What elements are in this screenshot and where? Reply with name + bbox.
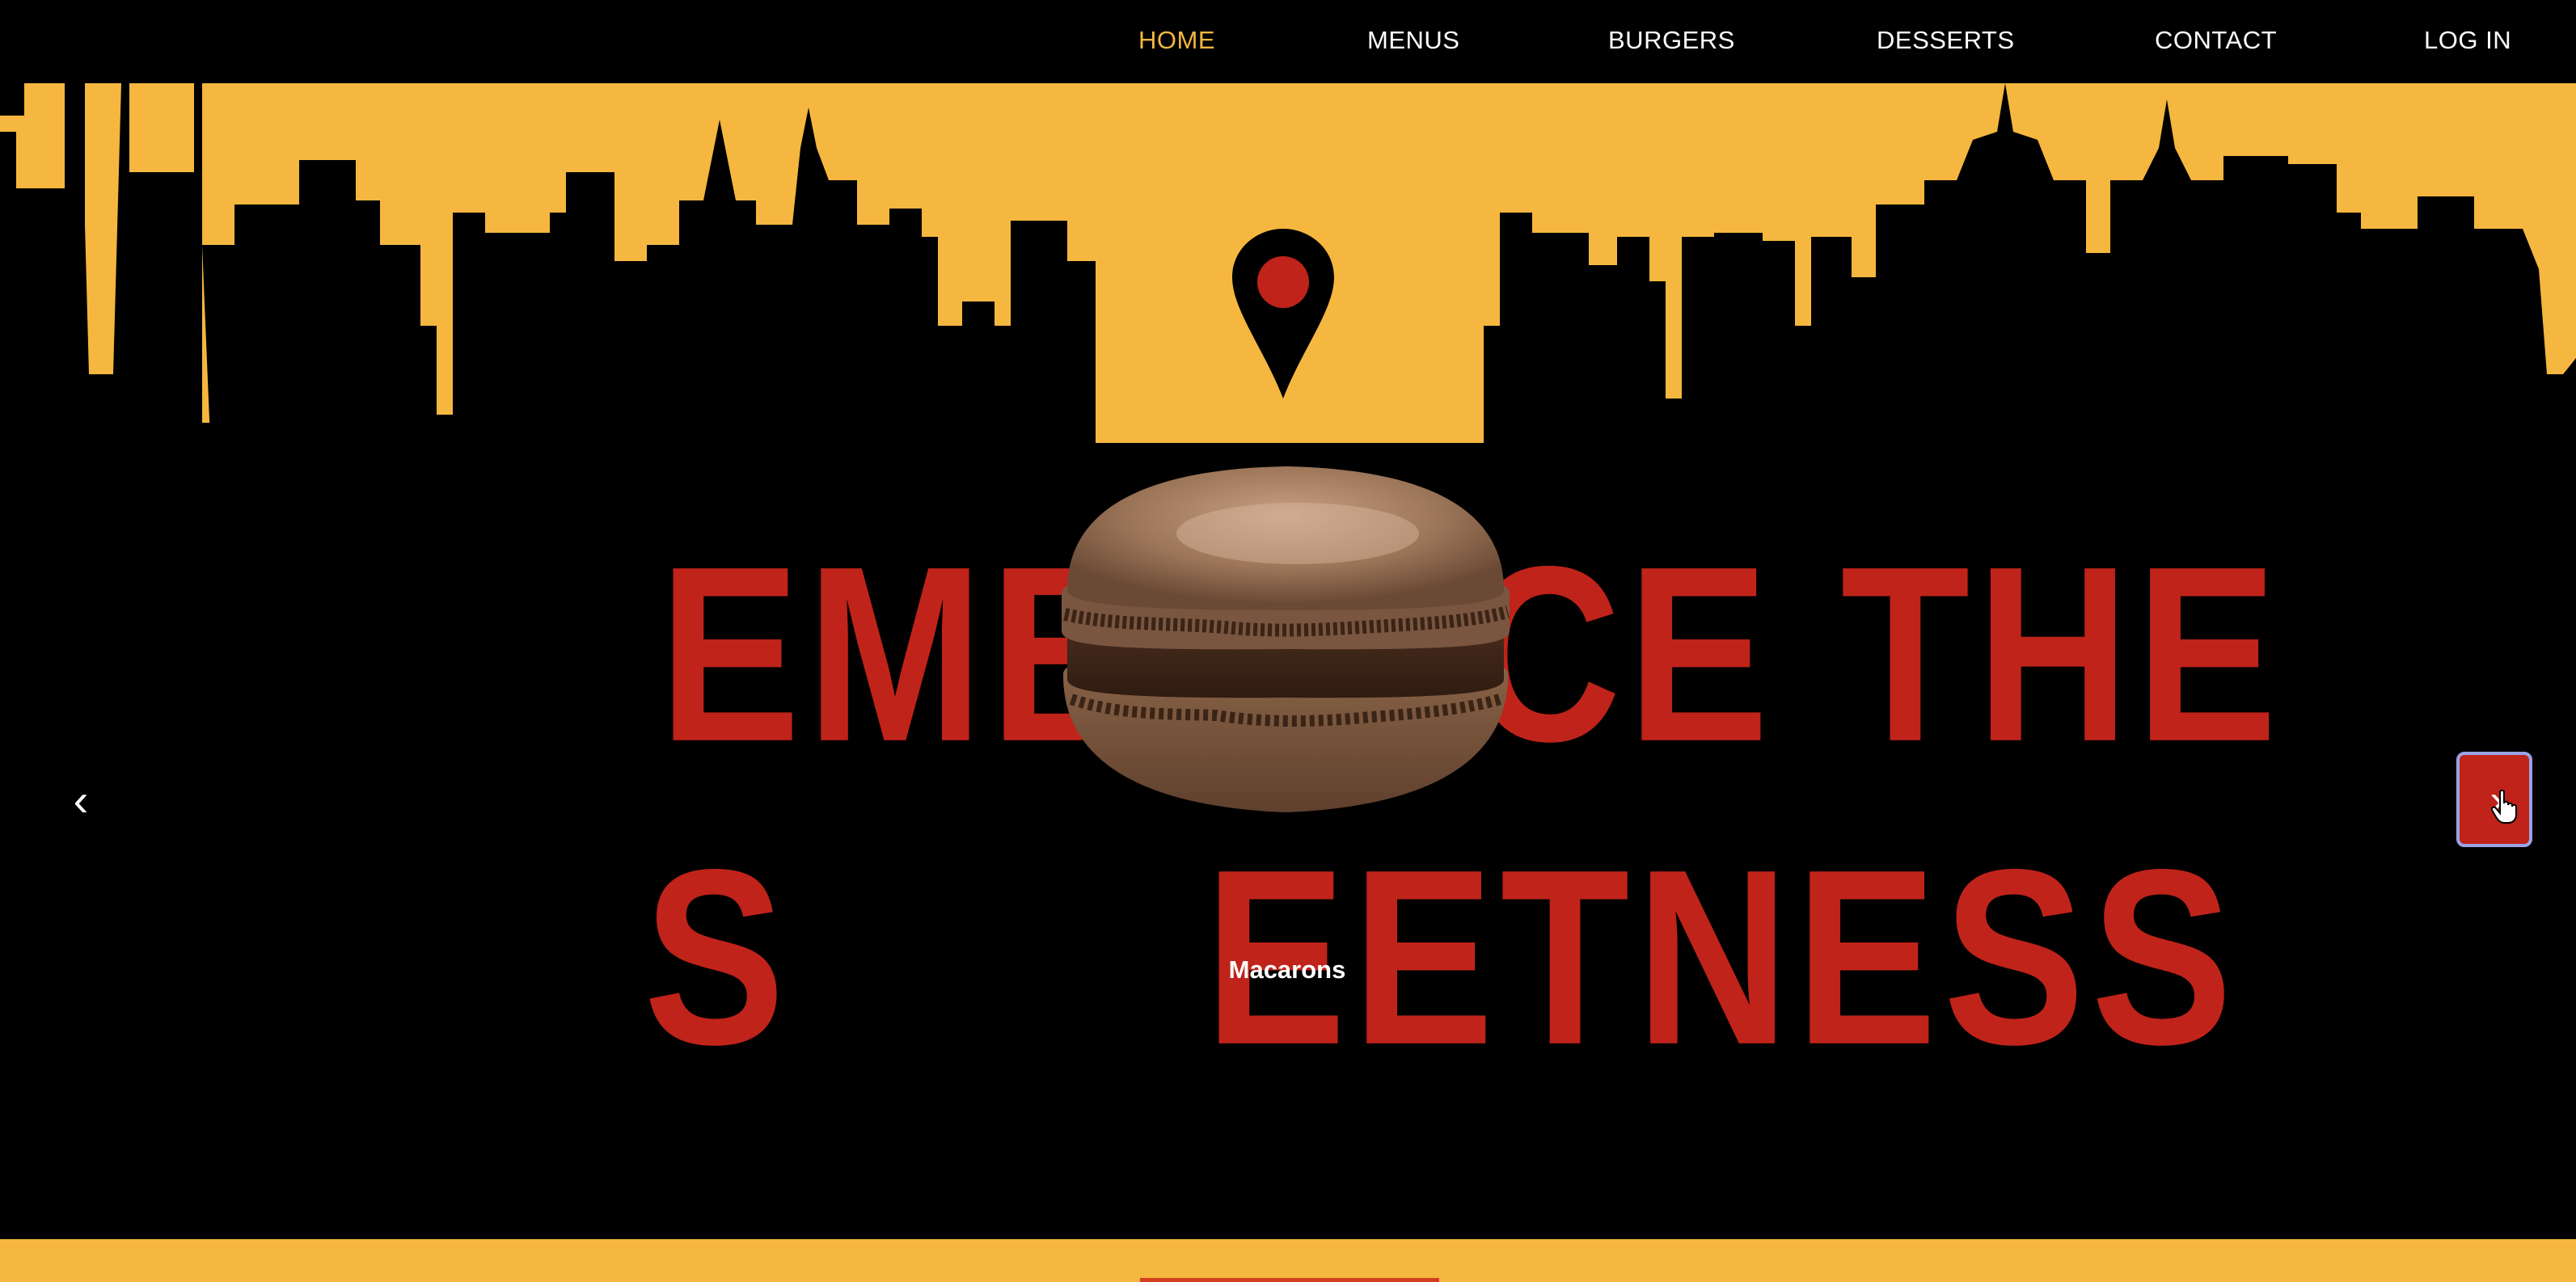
- city-skyline-banner: [0, 83, 2576, 504]
- nav-burgers-link[interactable]: BURGERS: [1608, 24, 1735, 57]
- chevron-left-icon: ‹: [73, 774, 89, 825]
- nav-contact-link[interactable]: CONTACT: [2155, 24, 2277, 57]
- macaron-image: [1062, 466, 1510, 812]
- carousel-prev-button[interactable]: ‹: [65, 776, 97, 824]
- nav-login-link[interactable]: LOG IN: [2424, 24, 2511, 57]
- page: HOME MENUS BURGERS DESSERTS CONTACT LOG …: [0, 0, 2576, 1282]
- nav-menus-link[interactable]: MENUS: [1367, 24, 1459, 57]
- section-divider: [1140, 1278, 1439, 1282]
- nav-desserts-link[interactable]: DESSERTS: [1877, 24, 2015, 57]
- top-navigation: HOME MENUS BURGERS DESSERTS CONTACT LOG …: [0, 0, 2576, 83]
- slide-caption: Macarons: [1228, 955, 1346, 984]
- carousel-next-button[interactable]: ›: [2456, 752, 2532, 847]
- hand-cursor-icon: [2490, 789, 2517, 824]
- nav-home-link[interactable]: HOME: [1138, 24, 1215, 57]
- bottom-section-band: [0, 1239, 2576, 1282]
- hero-headline-letter-s: S: [644, 817, 792, 1097]
